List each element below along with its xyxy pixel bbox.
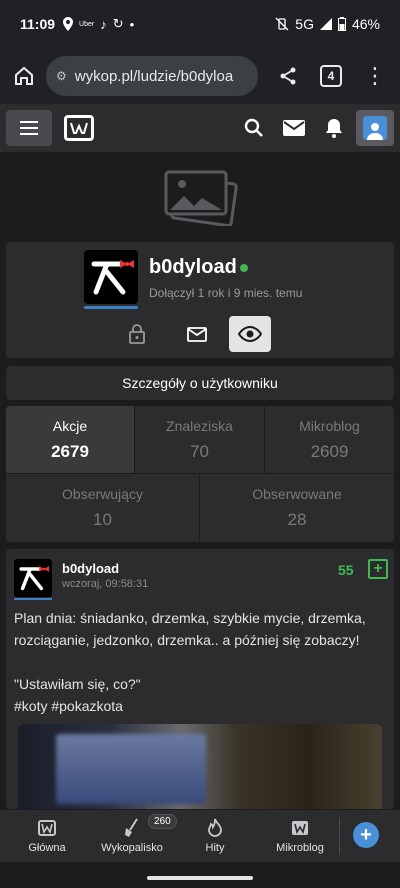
stat-label: Obserwowane bbox=[252, 486, 342, 502]
wykop-logo-icon[interactable] bbox=[64, 115, 94, 141]
messages-icon[interactable] bbox=[274, 108, 314, 148]
nav-label: Hity bbox=[205, 842, 225, 854]
battery-level: 46% bbox=[351, 16, 380, 32]
microblog-entry: b0dyload wczoraj, 09:58:31 55 + Plan dni… bbox=[6, 549, 394, 809]
site-header bbox=[0, 104, 400, 152]
gesture-bar bbox=[0, 862, 400, 888]
user-avatar-button[interactable] bbox=[356, 110, 394, 146]
home-gesture-pill[interactable] bbox=[147, 876, 253, 880]
stat-value: 2609 bbox=[310, 441, 349, 461]
notifications-bell-icon[interactable] bbox=[314, 108, 354, 148]
nav-label: Wykopalisko bbox=[101, 842, 163, 854]
tiktok-icon: ♪ bbox=[100, 16, 107, 32]
entry-text-line: Plan dnia: śniadanko, drzemka, szybkie m… bbox=[14, 610, 366, 648]
stat-mikroblog[interactable]: Mikroblog 2609 bbox=[265, 406, 394, 474]
uber-icon: Uber bbox=[79, 20, 95, 28]
observe-eye-icon[interactable] bbox=[229, 316, 271, 352]
dot-icon: • bbox=[129, 16, 135, 32]
nav-label: Mikroblog bbox=[276, 842, 324, 854]
stat-value: 70 bbox=[190, 441, 209, 461]
browser-menu-icon[interactable]: ⋮ bbox=[364, 63, 386, 89]
stat-label: Obserwujący bbox=[62, 486, 143, 502]
entry-content: Plan dnia: śniadanko, drzemka, szybkie m… bbox=[14, 607, 390, 717]
add-plus-button[interactable]: + bbox=[353, 822, 379, 848]
entry-vote-count: 55 bbox=[338, 562, 354, 578]
nav-mikroblog[interactable]: Mikroblog bbox=[260, 810, 340, 862]
profile-card: b0dyload Dołączył 1 rok i 9 mies. temu bbox=[6, 242, 394, 358]
entry-text-line: "Ustawiłam się, co?" bbox=[14, 676, 141, 692]
share-icon[interactable] bbox=[274, 62, 302, 90]
search-icon[interactable] bbox=[234, 108, 274, 148]
stat-value: 28 bbox=[287, 510, 307, 529]
home-icon[interactable] bbox=[10, 62, 38, 90]
block-lock-icon[interactable] bbox=[116, 316, 158, 352]
nav-label: Główna bbox=[28, 842, 66, 854]
image-placeholder-icon bbox=[164, 170, 238, 226]
username-text: b0dyload bbox=[149, 256, 237, 278]
profile-username: b0dyload bbox=[149, 256, 248, 279]
sync-icon: ↻ bbox=[112, 16, 124, 31]
user-avatar-icon bbox=[363, 116, 387, 140]
battery-icon bbox=[337, 17, 346, 31]
stat-value: 10 bbox=[93, 510, 112, 529]
stat-znaleziska[interactable]: Znaleziska 70 bbox=[135, 406, 265, 474]
entry-author[interactable]: b0dyload bbox=[62, 561, 119, 576]
mikroblog-icon bbox=[291, 818, 309, 838]
flame-icon bbox=[207, 818, 223, 838]
nav-glowna[interactable]: Główna bbox=[0, 810, 94, 862]
upvote-plus-icon[interactable]: + bbox=[368, 559, 388, 579]
entry-tags[interactable]: #koty #pokazkota bbox=[14, 695, 390, 717]
avatar-underline bbox=[84, 306, 138, 309]
signal-icon bbox=[319, 18, 332, 30]
address-bar[interactable]: ⚙ wykop.pl/ludzie/b0dyloa bbox=[46, 56, 258, 96]
profile-stats: Akcje 2679 Znaleziska 70 Mikroblog 2609 … bbox=[6, 406, 394, 542]
url-text: wykop.pl/ludzie/b0dyloa bbox=[74, 67, 234, 85]
stat-label: Znaleziska bbox=[166, 417, 233, 434]
nav-divider bbox=[339, 818, 340, 854]
nav-hity[interactable]: Hity bbox=[170, 810, 260, 862]
send-message-icon[interactable] bbox=[176, 316, 218, 352]
status-right: 5G 46% bbox=[275, 16, 380, 32]
profile-avatar[interactable] bbox=[84, 250, 138, 304]
entry-image[interactable] bbox=[18, 724, 382, 809]
entry-image-content bbox=[56, 734, 206, 804]
entry-date[interactable]: wczoraj, 09:58:31 bbox=[62, 578, 148, 590]
nav-wykopalisko[interactable]: 260 Wykopalisko bbox=[94, 810, 177, 862]
bottom-navigation: Główna 260 Wykopalisko Hity Mikroblog bbox=[0, 810, 400, 862]
stat-obserwowane[interactable]: Obserwowane 28 bbox=[200, 474, 394, 542]
network-type: 5G bbox=[295, 16, 314, 32]
status-bar: 11:09 Uber ♪ ↻ • 5G 46% bbox=[0, 0, 400, 48]
stat-label: Akcje bbox=[52, 417, 88, 434]
browser-toolbar: ⚙ wykop.pl/ludzie/b0dyloa 4 ⋮ bbox=[0, 48, 400, 104]
stat-akcje[interactable]: Akcje 2679 bbox=[6, 406, 135, 474]
status-time: 11:09 bbox=[20, 16, 56, 32]
profile-joined: Dołączył 1 rok i 9 mies. temu bbox=[149, 286, 303, 300]
hamburger-menu-icon[interactable] bbox=[6, 110, 52, 146]
avatar-underline bbox=[14, 598, 52, 600]
profile-banner bbox=[0, 152, 400, 240]
site-settings-icon[interactable]: ⚙ bbox=[56, 69, 67, 83]
stat-value: 2679 bbox=[51, 441, 89, 461]
stat-label: Mikroblog bbox=[299, 417, 360, 434]
home-wykop-icon bbox=[38, 818, 56, 838]
online-status-dot bbox=[239, 263, 248, 272]
shovel-icon bbox=[124, 818, 140, 838]
stat-obserwujacy[interactable]: Obserwujący 10 bbox=[6, 474, 200, 542]
tab-switcher-button[interactable]: 4 bbox=[320, 65, 342, 87]
entry-author-avatar[interactable] bbox=[14, 559, 52, 597]
user-details-button[interactable]: Szczegóły o użytkowniku bbox=[6, 366, 394, 400]
location-pin-icon bbox=[63, 17, 74, 31]
vibrate-off-icon bbox=[275, 17, 289, 31]
notification-icons: Uber ♪ ↻ • bbox=[63, 16, 134, 32]
